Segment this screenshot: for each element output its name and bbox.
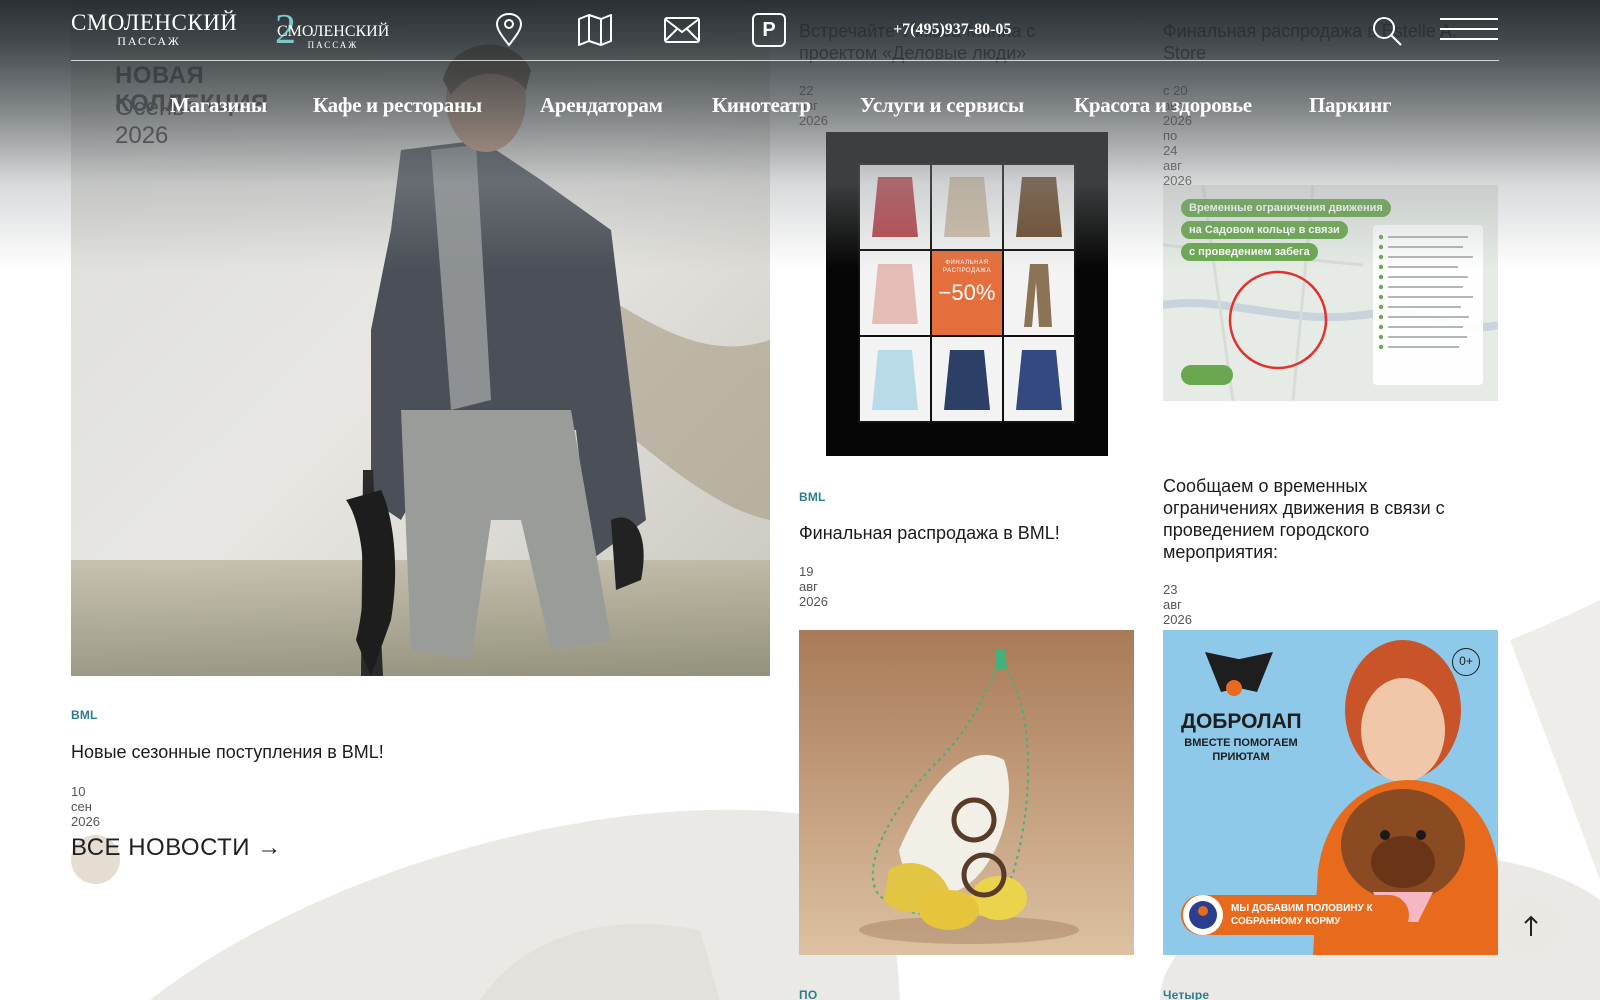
dobrolap-image[interactable]: ДОБРОЛАП ВМЕСТЕ ПОМОГАЕМ ПРИЮТАМ 0+ МЫ Д… xyxy=(1163,630,1498,955)
feature-title[interactable]: Новые сезонные поступления в BML! xyxy=(71,741,751,763)
nav-item-cinema[interactable]: Кинотеатр xyxy=(712,93,811,118)
nav-item-services[interactable]: Услуги и сервисы xyxy=(860,93,1024,118)
map-label-3: с проведением забега xyxy=(1181,243,1318,261)
mail-icon[interactable] xyxy=(663,12,701,48)
logo-smolensky-passage-2[interactable]: 2 СМОЛЕНСКИЙ ПАССАЖ xyxy=(275,8,400,52)
news-date: 19 авг 2026 xyxy=(799,564,828,609)
news-title[interactable]: Сообщаем о временных ограничениях движен… xyxy=(1163,475,1483,563)
traffic-map-image[interactable]: Временные ограничения движения на Садово… xyxy=(1163,185,1498,401)
news-tag[interactable]: ПО ONE xyxy=(799,988,826,1000)
parking-icon[interactable]: P xyxy=(750,12,788,48)
news-title[interactable]: Финальная распродажа в BML! xyxy=(799,522,1129,544)
dobrolap-brand: ДОБРОЛАП xyxy=(1181,710,1302,733)
parking-label: P xyxy=(752,13,786,47)
nav-item-cafes[interactable]: Кафе и рестораны xyxy=(313,93,482,118)
logo-main-text: СМОЛЕНСКИЙ xyxy=(71,10,238,35)
logo-smolensky-passage[interactable]: СМОЛЕНСКИЙ ПАССАЖ xyxy=(71,10,238,48)
poster-discount: −50% xyxy=(938,280,996,305)
all-news-link[interactable]: ВСЕ НОВОСТИ → xyxy=(71,834,282,862)
menu-icon[interactable] xyxy=(1440,18,1498,40)
bml-sale-image[interactable]: ФИНАЛЬНАЯ РАСПРОДАЖА −50% xyxy=(826,132,1108,456)
location-pin-icon[interactable] xyxy=(490,12,528,48)
feature-tag[interactable]: BML xyxy=(71,708,98,722)
nav-item-parking[interactable]: Паркинг xyxy=(1309,93,1392,118)
dobrolap-slogan: ВМЕСТЕ ПОМОГАЕМ ПРИЮТАМ xyxy=(1184,737,1298,763)
search-icon[interactable] xyxy=(1368,13,1406,49)
news-date: 23 авг 2026 xyxy=(1163,582,1192,627)
news-tag[interactable]: Четыре Лапы xyxy=(1163,988,1209,1000)
nav-item-shops[interactable]: Магазины xyxy=(170,93,267,118)
phone-number[interactable]: +7(495)937-80-05 xyxy=(893,21,1011,39)
poster-text-line2: РАСПРОДАЖА xyxy=(942,268,992,274)
logo-sub-text: ПАССАЖ xyxy=(117,34,181,48)
logo2-main-text: СМОЛЕНСКИЙ xyxy=(277,23,390,40)
header-divider xyxy=(71,60,1499,61)
main-nav: Магазины Кафе и рестораны Арендаторам Ки… xyxy=(0,93,1600,123)
age-badge: 0+ xyxy=(1452,648,1480,676)
scroll-top-button[interactable] xyxy=(1502,897,1560,955)
arrow-up-icon xyxy=(1524,915,1538,936)
nav-item-beauty[interactable]: Красота и здоровье xyxy=(1074,93,1252,118)
nav-item-tenants[interactable]: Арендаторам xyxy=(540,93,663,118)
map-icon[interactable] xyxy=(576,12,614,48)
poster-text-line1: ФИНАЛЬНАЯ xyxy=(945,260,989,266)
dobrolap-offer: МЫ ДОБАВИМ ПОЛОВИНУ К СОБРАННОМУ КОРМУ xyxy=(1231,903,1373,927)
site-header: СМОЛЕНСКИЙ ПАССАЖ 2 СМОЛЕНСКИЙ ПАССАЖ P … xyxy=(0,0,1600,140)
po-one-image[interactable] xyxy=(799,630,1134,955)
news-tag[interactable]: BML xyxy=(799,490,826,504)
logo2-sub-text: ПАССАЖ xyxy=(307,40,359,50)
feature-date: 10 сен 2026 xyxy=(71,784,100,829)
map-label-1: Временные ограничения движения xyxy=(1181,199,1391,217)
map-label-2: на Садовом кольце в связи xyxy=(1181,221,1348,239)
